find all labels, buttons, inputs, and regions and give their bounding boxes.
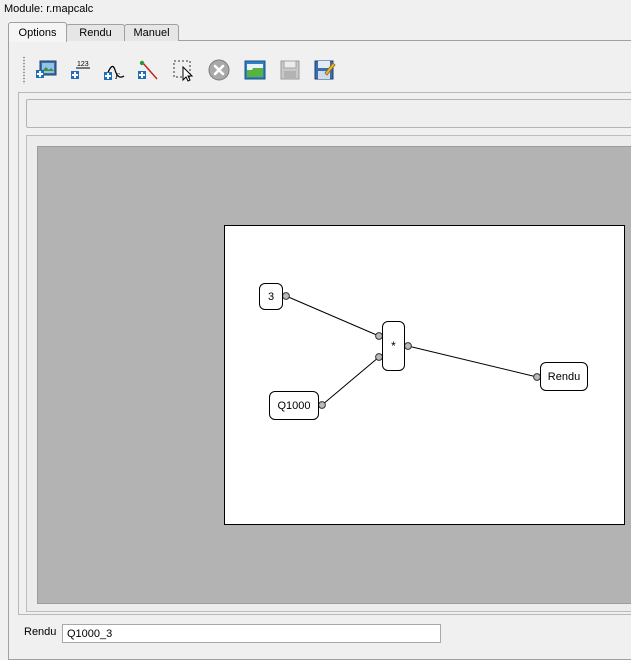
add-relation-button[interactable] [135,57,161,83]
add-function-button[interactable]: F [101,57,127,83]
add-raster-map-icon [36,60,57,78]
select-tool-icon [173,60,194,82]
port-input-out[interactable] [318,401,326,409]
open-file-button[interactable] [242,57,268,83]
port-operator-out[interactable] [404,342,412,350]
input-map-node[interactable]: Q1000 [269,391,319,420]
add-relation-icon [138,60,158,80]
tab-options[interactable]: Options [8,22,67,42]
svg-text:123: 123 [77,61,89,68]
save-as-button[interactable] [311,57,337,83]
module-title: Module: r.mapcalc [4,3,94,15]
add-constant-button[interactable]: 123 [67,57,93,83]
operator-node[interactable]: * [382,321,405,371]
output-node[interactable]: Rendu [540,362,588,391]
model-drawing-area[interactable]: 3 * Q1000 Rendu [224,225,625,525]
save-icon [280,60,300,80]
toolbar-grip-icon[interactable] [22,56,26,84]
delete-button[interactable] [206,57,232,83]
save-button[interactable] [277,57,303,83]
link-input-to-operator[interactable] [321,356,380,406]
constant-node[interactable]: 3 [259,283,283,310]
output-label: Rendu [24,626,57,638]
select-tool-button[interactable] [170,57,196,83]
description-box [26,99,631,128]
add-constant-icon: 123 [71,61,90,79]
link-operator-to-output[interactable] [407,345,538,378]
delete-icon [208,59,230,81]
add-function-icon: F [104,65,125,81]
tab-manuel[interactable]: Manuel [124,24,179,41]
tab-rendu[interactable]: Rendu [66,24,125,41]
toolbar: 123 F [22,55,352,85]
link-constant-to-operator[interactable] [285,295,380,337]
save-as-icon [314,60,336,80]
open-file-icon [244,60,266,80]
add-raster-map-button[interactable] [33,57,59,83]
output-name-field[interactable] [62,624,441,643]
svg-text:F: F [114,72,120,81]
port-constant-out[interactable] [282,292,290,300]
